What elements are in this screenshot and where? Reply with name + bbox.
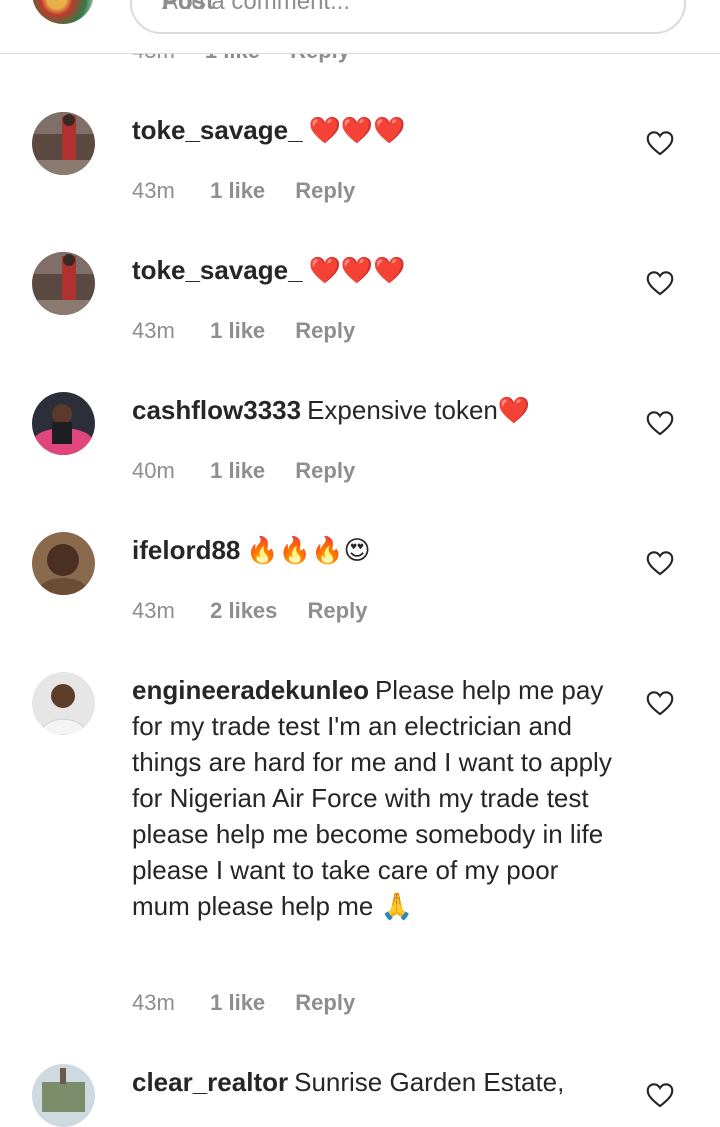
comment-time: 43m [132, 598, 175, 623]
comment-time: 40m [132, 458, 175, 483]
comment-username[interactable]: engineeradekunleo [132, 675, 369, 705]
like-count[interactable]: 1 like [210, 458, 265, 484]
comment-username[interactable]: cashflow3333 [132, 395, 301, 425]
heart-outline-icon[interactable] [646, 130, 674, 156]
comment-text: toke_savage_ ❤️❤️❤️ [132, 252, 622, 288]
comment-username[interactable]: toke_savage_ [132, 255, 303, 285]
like-count[interactable]: 1 like [210, 990, 265, 1016]
comment-text: toke_savage_ ❤️❤️❤️ [132, 112, 622, 148]
post-button[interactable]: Post [162, 0, 654, 16]
heart-outline-icon[interactable] [646, 550, 674, 576]
comment-text: cashflow3333 Expensive token❤️ [132, 392, 622, 428]
comment-time: 43m [132, 178, 175, 203]
reply-button[interactable]: Reply [295, 990, 355, 1016]
avatar[interactable] [32, 112, 95, 175]
current-user-avatar [32, 0, 94, 24]
avatar[interactable] [32, 672, 95, 735]
comment-username[interactable]: ifelord88 [132, 535, 240, 565]
comment-text: clear_realtor Sunrise Garden Estate, [132, 1064, 622, 1100]
comment-meta: 43m 1 like Reply [132, 990, 355, 1016]
heart-outline-icon[interactable] [646, 410, 674, 436]
comment-body: ❤️❤️❤️ [308, 115, 406, 145]
heart-outline-icon[interactable] [646, 1082, 674, 1108]
heart-outline-icon[interactable] [646, 690, 674, 716]
avatar[interactable] [32, 532, 95, 595]
like-count[interactable]: 1 like [210, 178, 265, 204]
like-count[interactable]: 2 likes [210, 598, 277, 624]
reply-button[interactable]: Reply [295, 318, 355, 344]
comment-meta: 43m 1 like Reply [132, 178, 355, 204]
comment-body: Expensive token❤️ [307, 395, 531, 425]
comment-meta: 43m 1 like Reply [132, 318, 355, 344]
comment-username[interactable]: clear_realtor [132, 1067, 288, 1097]
avatar[interactable] [32, 392, 95, 455]
comment-meta: 40m 1 like Reply [132, 458, 355, 484]
comment-username[interactable]: toke_savage_ [132, 115, 303, 145]
reply-button[interactable]: Reply [295, 458, 355, 484]
comment-body: 🔥🔥🔥😍 [246, 535, 371, 565]
comment-meta: 43m 2 likes Reply [132, 598, 367, 624]
comment-body: ❤️❤️❤️ [308, 255, 406, 285]
reply-button[interactable]: Reply [295, 178, 355, 204]
comment-text: ifelord88 🔥🔥🔥😍 [132, 532, 622, 568]
comment-body: Sunrise Garden Estate, [294, 1067, 565, 1097]
comment-time: 43m [132, 990, 175, 1015]
avatar[interactable] [32, 1064, 95, 1127]
heart-outline-icon[interactable] [646, 270, 674, 296]
comment-text: engineeradekunleo Please help me pay for … [132, 672, 622, 924]
comment-input-bar: Add a comment... Post [0, 0, 720, 54]
avatar[interactable] [32, 252, 95, 315]
reply-button[interactable]: Reply [308, 598, 368, 624]
comment-body: Please help me pay for my trade test I'm… [132, 675, 612, 921]
like-count[interactable]: 1 like [210, 318, 265, 344]
comment-input[interactable]: Add a comment... Post [130, 0, 686, 34]
comment-time: 43m [132, 318, 175, 343]
